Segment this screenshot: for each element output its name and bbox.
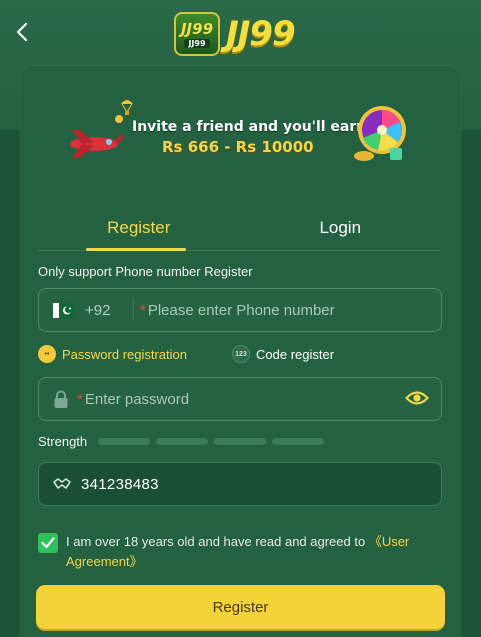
phone-field[interactable]: +92 * Please enter Phone number xyxy=(38,288,442,332)
password-field[interactable]: * Enter password xyxy=(38,377,442,421)
side-background-left xyxy=(0,130,22,637)
password-input-placeholder[interactable]: Enter password xyxy=(85,391,189,408)
invite-code-value[interactable]: 341238483 xyxy=(81,476,159,493)
required-mark: * xyxy=(140,301,146,319)
side-background-right xyxy=(459,130,481,637)
check-icon xyxy=(41,537,55,549)
handshake-icon xyxy=(53,475,71,493)
brand-logo: JJ99 JJ99 JJ99 xyxy=(174,10,296,58)
strength-bar-1 xyxy=(98,437,150,445)
agreement-checkbox[interactable] xyxy=(38,533,58,553)
agreement-text: I am over 18 years old and have read and… xyxy=(66,532,442,572)
pakistan-flag-icon xyxy=(53,302,75,318)
phone-only-hint: Only support Phone number Register xyxy=(38,264,253,279)
strength-bar-3 xyxy=(214,437,266,445)
password-dots-icon: •• xyxy=(38,345,56,363)
code-register-label: Code register xyxy=(256,346,335,362)
password-registration-label: Password registration xyxy=(62,346,187,362)
prize-wheel-icon xyxy=(354,106,406,161)
country-code[interactable]: +92 xyxy=(85,302,125,319)
strength-label: Strength xyxy=(38,433,88,449)
agreement-statement: I am over 18 years old and have read and… xyxy=(66,534,369,549)
banner-amount: Rs 666 - Rs 10000 xyxy=(162,138,314,156)
logo-badge: JJ99 JJ99 xyxy=(174,12,220,56)
back-button[interactable] xyxy=(8,18,36,46)
strength-bar-2 xyxy=(156,437,208,445)
parachute-icon xyxy=(121,100,133,115)
lock-icon xyxy=(53,389,71,409)
tab-login[interactable]: Login xyxy=(240,205,442,250)
strength-bar-4 xyxy=(272,437,324,445)
field-divider xyxy=(133,299,134,321)
code-register-option[interactable]: 123 Code register xyxy=(232,345,334,363)
banner-headline: Invite a friend and you'll earn xyxy=(132,119,367,135)
register-button[interactable]: Register xyxy=(36,585,445,629)
phone-input-placeholder[interactable]: Please enter Phone number xyxy=(148,302,335,319)
tab-register[interactable]: Register xyxy=(38,205,240,251)
airplane-icon xyxy=(70,130,124,158)
chevron-left-icon xyxy=(16,22,28,42)
invite-banner[interactable]: Invite a friend and you'll earn Rs 666 -… xyxy=(60,92,420,172)
coin-icon xyxy=(115,115,123,123)
required-mark: * xyxy=(77,390,83,408)
auth-tabs: Register Login xyxy=(38,205,441,251)
password-registration-option[interactable]: •• Password registration xyxy=(38,345,187,363)
logo-badge-subtext: JJ99 xyxy=(184,38,210,48)
numeric-code-icon: 123 xyxy=(232,345,250,363)
logo-badge-text: JJ99 xyxy=(180,19,214,38)
eye-icon[interactable] xyxy=(404,389,430,412)
user-agreement: I am over 18 years old and have read and… xyxy=(38,532,442,572)
registration-method-options: •• Password registration 123 Code regist… xyxy=(38,343,442,365)
password-strength: Strength xyxy=(38,432,442,450)
invite-code-field[interactable]: 341238483 xyxy=(38,462,442,506)
logo-wordmark: JJ99 xyxy=(226,14,296,54)
